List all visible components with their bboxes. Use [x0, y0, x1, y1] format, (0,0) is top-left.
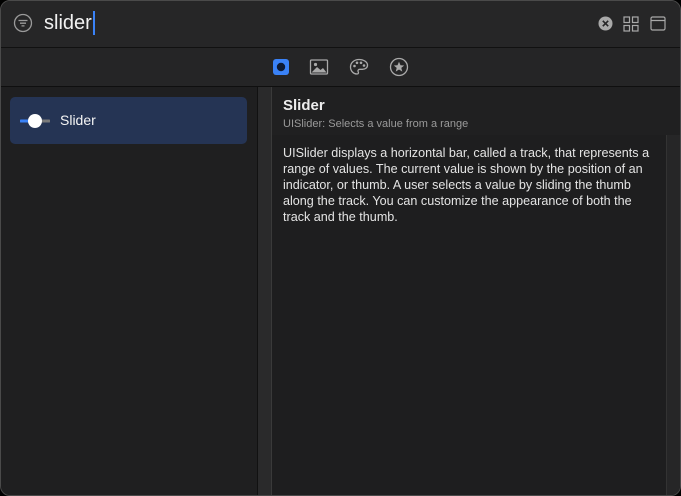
text-cursor: [92, 11, 95, 35]
tab-snippets[interactable]: [389, 57, 409, 77]
library-window: slider Slider Slider UISlider: Selects a…: [0, 0, 681, 496]
results-list: Slider: [1, 87, 257, 495]
tab-media[interactable]: [309, 57, 329, 77]
detail-title: Slider: [283, 97, 325, 114]
list-item-label: Slider: [60, 112, 96, 128]
detail-pane: Slider UISlider: Selects a value from a …: [272, 87, 680, 495]
search-input[interactable]: slider: [44, 10, 95, 36]
detail-subtitle: UISlider: Selects a value from a range: [283, 118, 469, 130]
clear-search-icon[interactable]: [598, 16, 613, 31]
grid-view-icon[interactable]: [623, 16, 639, 32]
list-item-slider[interactable]: Slider: [10, 97, 247, 144]
detail-header: Slider UISlider: Selects a value from a …: [272, 87, 680, 135]
vertical-scrollbar[interactable]: [666, 135, 680, 495]
tab-colors[interactable]: [349, 57, 369, 77]
split-view-divider[interactable]: [257, 87, 272, 495]
panel-toggle-icon[interactable]: [650, 16, 666, 31]
search-bar: slider: [1, 1, 680, 47]
search-query-text: slider: [44, 12, 92, 34]
filter-icon[interactable]: [13, 13, 33, 33]
detail-description: UISlider displays a horizontal bar, call…: [283, 146, 650, 224]
slider-icon: [20, 114, 50, 128]
tab-objects[interactable]: [271, 57, 291, 77]
library-tab-bar: [1, 48, 680, 86]
